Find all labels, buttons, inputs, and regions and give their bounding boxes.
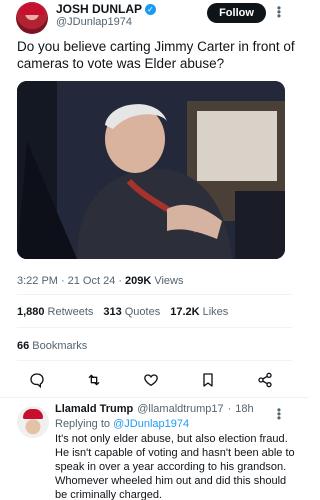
reply-author-row: Llamald Trump @llamaldtrump17 · 18h — [55, 403, 254, 415]
views-label: Views — [154, 275, 184, 287]
divider — [17, 360, 292, 361]
divider — [17, 294, 292, 295]
reply-author-avatar[interactable] — [17, 406, 49, 438]
post-date[interactable]: 21 Oct 24 — [68, 275, 116, 287]
retweets-count: 1,880 — [17, 306, 45, 318]
replying-to: Replying to @JDunlap1974 — [55, 418, 189, 430]
retweets-label: Retweets — [47, 306, 94, 318]
like-icon[interactable] — [141, 370, 161, 390]
post-time[interactable]: 3:22 PM — [17, 275, 58, 287]
likes-count: 17.2K — [170, 306, 200, 318]
author-avatar[interactable] — [16, 2, 48, 34]
retweet-icon[interactable] — [84, 370, 104, 390]
post-photo[interactable] — [17, 81, 285, 259]
reply-author-name[interactable]: Llamald Trump — [55, 403, 133, 415]
share-icon[interactable] — [255, 370, 275, 390]
likes-label: Likes — [202, 306, 229, 318]
post-meta: 3:22 PM · 21 Oct 24 · 209K Views — [17, 275, 183, 287]
photo-illustration — [17, 81, 285, 259]
quotes-count: 313 — [103, 306, 122, 318]
author-name-row: JOSH DUNLAP ✓ — [56, 2, 157, 16]
reply-age[interactable]: 18h — [235, 403, 253, 415]
reply-text: It's not only elder abuse, but also elec… — [55, 433, 295, 500]
replying-to-handle[interactable]: @JDunlap1974 — [113, 418, 189, 430]
likes-stat[interactable]: 17.2K Likes — [170, 306, 228, 318]
bookmarks-label: Bookmarks — [32, 340, 88, 352]
follow-button[interactable]: Follow — [207, 3, 266, 23]
reply-more-options-icon[interactable]: • • • — [276, 404, 282, 424]
quotes-label: Quotes — [124, 306, 161, 318]
more-options-icon[interactable]: • • • — [276, 2, 282, 22]
retweets-stat[interactable]: 1,880 Retweets — [17, 306, 93, 318]
author-handle[interactable]: @JDunlap1974 — [56, 16, 132, 28]
reply-post[interactable]: Llamald Trump @llamaldtrump17 · 18h • • • … — [0, 398, 309, 500]
post-text: Do you believe carting Jimmy Carter in f… — [17, 39, 295, 71]
bookmarks-count: 66 — [17, 340, 30, 352]
bookmark-icon[interactable] — [198, 370, 218, 390]
views-count: 209K — [125, 275, 152, 287]
meta-separator: · — [227, 403, 232, 415]
verified-badge-icon: ✓ — [145, 3, 157, 15]
replying-prefix: Replying to — [55, 418, 111, 430]
author-name[interactable]: JOSH DUNLAP — [56, 2, 142, 16]
reply-icon[interactable] — [27, 370, 47, 390]
reply-author-handle[interactable]: @llamaldtrump17 — [137, 403, 223, 415]
divider — [17, 327, 292, 328]
quotes-stat[interactable]: 313 Quotes — [103, 306, 160, 318]
engagement-stats: 1,880 Retweets 313 Quotes 17.2K Likes — [17, 306, 228, 318]
meta-separator: · — [60, 275, 65, 287]
action-bar — [0, 370, 309, 390]
bookmarks-stat[interactable]: 66 Bookmarks — [17, 340, 87, 352]
meta-separator: · — [118, 275, 123, 287]
